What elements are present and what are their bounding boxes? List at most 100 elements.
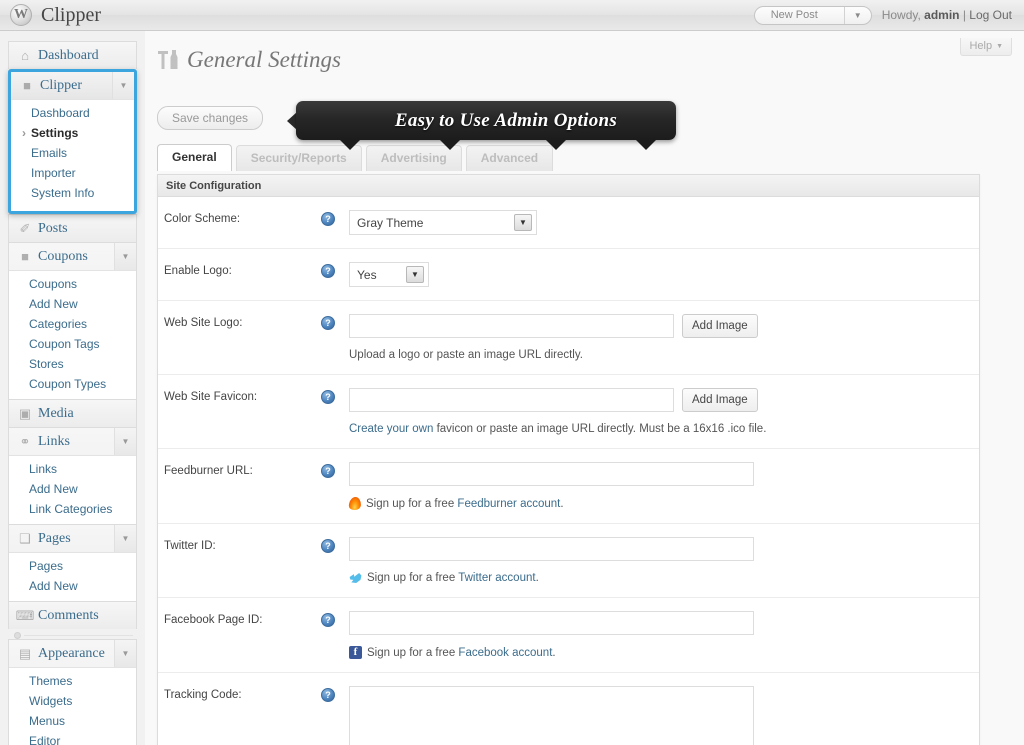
sidebar-item-appearance[interactable]: ▤ Appearance ▼ [9, 640, 136, 667]
hint-link[interactable]: Create your own [349, 423, 433, 435]
tab-general[interactable]: General [157, 144, 232, 171]
help-column: ? [321, 686, 349, 745]
sidebar-subitem-coupon-tags[interactable]: Coupon Tags [9, 334, 136, 354]
hint-text: Upload a logo or paste an image URL dire… [349, 349, 583, 361]
help-question-icon[interactable]: ? [321, 688, 335, 702]
sidebar-subitem-add-new[interactable]: Add New [9, 479, 136, 499]
dashboard-icon: ⌂ [21, 48, 29, 63]
input-feedburner-url[interactable] [349, 462, 754, 486]
sidebar-item-posts[interactable]: ✐ Posts [9, 215, 136, 242]
field-control-tracking-code [349, 686, 979, 745]
sidebar-subitem-add-new[interactable]: Add New [9, 294, 136, 314]
pages-icon: ❑ [19, 530, 31, 546]
save-changes-button[interactable]: Save changes [157, 106, 264, 130]
save-changes-label: Save changes [172, 111, 249, 125]
sidebar-subitem-editor[interactable]: Editor [9, 731, 136, 745]
input-web-site-favicon[interactable] [349, 388, 674, 412]
admin-bar-right: New Post ▼ Howdy, admin | Log Out [753, 5, 1012, 25]
sidebar-subitem-importer[interactable]: Importer [11, 163, 134, 183]
sidebar-item-pages[interactable]: ❑ Pages ▼ [9, 525, 136, 552]
facebook-icon: f [349, 646, 362, 659]
help-question-icon[interactable]: ? [321, 613, 335, 627]
control-row [349, 686, 969, 745]
help-question-icon[interactable]: ? [321, 390, 335, 404]
help-column: ? [321, 462, 349, 510]
main-content: Help ▼ General Settings Save changes Eas… [145, 31, 1024, 745]
sidebar-block-pages: ❑ Pages ▼ Pages Add New [8, 524, 137, 601]
admin-bar: W Clipper New Post ▼ Howdy, admin | Log … [0, 0, 1024, 31]
sidebar-subitem-categories[interactable]: Categories [9, 314, 136, 334]
sidebar-item-links[interactable]: ⚭ Links ▼ [9, 428, 136, 455]
sidebar-subitem-stores[interactable]: Stores [9, 354, 136, 374]
logout-link[interactable]: Log Out [969, 8, 1012, 22]
sidebar-subitem-dashboard[interactable]: Dashboard [11, 103, 134, 123]
sidebar-subitem-widgets[interactable]: Widgets [9, 691, 136, 711]
hint-link[interactable]: Facebook account [458, 647, 552, 659]
sidebar-item-comments[interactable]: ⌨ Comments [9, 602, 136, 629]
field-control-facebook-page-id: f Sign up for a free Facebook account. [349, 611, 979, 659]
input-web-site-logo[interactable] [349, 314, 674, 338]
new-post-button[interactable]: New Post ▼ [753, 5, 872, 25]
add-image-button[interactable]: Add Image [682, 388, 758, 412]
chevron-down-icon[interactable]: ▼ [514, 214, 532, 231]
field-control-web-site-logo: Add Image Upload a logo or paste an image… [349, 314, 979, 361]
chevron-down-icon[interactable]: ▼ [406, 266, 424, 283]
add-image-button[interactable]: Add Image [682, 314, 758, 338]
panel-title: Site Configuration [158, 175, 979, 197]
help-question-icon[interactable]: ? [321, 212, 335, 226]
help-question-icon[interactable]: ? [321, 539, 335, 553]
sidebar-subitem-coupons[interactable]: Coupons [9, 274, 136, 294]
page-title: General Settings [155, 47, 341, 73]
tab-advanced[interactable]: Advanced [465, 145, 554, 171]
comment-icon: ⌨ [15, 607, 35, 623]
sidebar-submenu-appearance: Themes Widgets Menus Editor [9, 667, 136, 745]
select-enable-logo[interactable]: Yes ▼ [349, 262, 429, 287]
collapse-handle-icon[interactable] [14, 632, 21, 639]
help-question-icon[interactable]: ? [321, 264, 335, 278]
field-row-facebook-page-id: Facebook Page ID:? f Sign up for a free Fa… [158, 598, 979, 673]
sidebar-item-dashboard[interactable]: ⌂ Dashboard [9, 42, 136, 69]
sidebar-subitem-links[interactable]: Links [9, 459, 136, 479]
chevron-down-icon[interactable]: ▼ [114, 243, 136, 270]
separator-line [24, 635, 133, 636]
site-name-link[interactable]: Clipper [41, 4, 101, 27]
current-user[interactable]: admin [924, 8, 959, 22]
chevron-down-icon[interactable]: ▼ [114, 640, 136, 667]
chevron-down-icon[interactable]: ▼ [845, 11, 871, 20]
sidebar-item-media[interactable]: ▣ Media [9, 400, 136, 427]
sidebar-subitem-system-info[interactable]: System Info [11, 183, 134, 203]
wordpress-logo-icon[interactable]: W [10, 4, 32, 26]
help-question-icon[interactable]: ? [321, 316, 335, 330]
hint-link[interactable]: Twitter account [458, 572, 535, 584]
callout-down-pointer-icon [635, 139, 657, 150]
select-color-scheme[interactable]: Gray Theme ▼ [349, 210, 537, 235]
field-control-web-site-favicon: Add Image Create your own favicon or past… [349, 388, 979, 435]
sidebar-subitem-pages[interactable]: Pages [9, 556, 136, 576]
chevron-down-icon[interactable]: ▼ [114, 428, 136, 455]
sidebar-subitem-link-categories[interactable]: Link Categories [9, 499, 136, 519]
sidebar-item-coupons[interactable]: ■ Coupons ▼ [9, 243, 136, 270]
chevron-down-icon[interactable]: ▼ [114, 525, 136, 552]
admin-sidebar: ⌂Dashboard ■Clipper▼ DashboardSettingsEmai… [0, 31, 145, 745]
input-facebook-page-id[interactable] [349, 611, 754, 635]
field-label-facebook-page-id: Facebook Page ID: [164, 614, 263, 626]
sidebar-item-clipper[interactable]: ■ Clipper ▼ [11, 72, 134, 99]
hint-link[interactable]: Feedburner account [457, 498, 560, 510]
sidebar-subitem-settings[interactable]: Settings [11, 123, 134, 143]
field-row-color-scheme: Color Scheme:? Gray Theme ▼ [158, 197, 979, 249]
help-toggle-button[interactable]: Help ▼ [960, 38, 1012, 56]
control-row: Add Image [349, 388, 969, 412]
sidebar-subitem-themes[interactable]: Themes [9, 671, 136, 691]
input-twitter-id[interactable] [349, 537, 754, 561]
sidebar-subitem-coupon-types[interactable]: Coupon Types [9, 374, 136, 394]
sidebar-subitem-add-new[interactable]: Add New [9, 576, 136, 596]
chevron-down-icon[interactable]: ▼ [112, 72, 134, 99]
sidebar-subitem-emails[interactable]: Emails [11, 143, 134, 163]
help-question-icon[interactable]: ? [321, 464, 335, 478]
textarea-tracking-code[interactable] [349, 686, 754, 745]
sidebar-item-label: Posts [38, 220, 68, 236]
callout-banner: Easy to Use Admin Options [287, 101, 676, 150]
sidebar-subitem-menus[interactable]: Menus [9, 711, 136, 731]
callout-down-pointer-icon [545, 139, 567, 150]
field-row-feedburner-url: Feedburner URL:? Sign up for a free Feedb… [158, 449, 979, 524]
